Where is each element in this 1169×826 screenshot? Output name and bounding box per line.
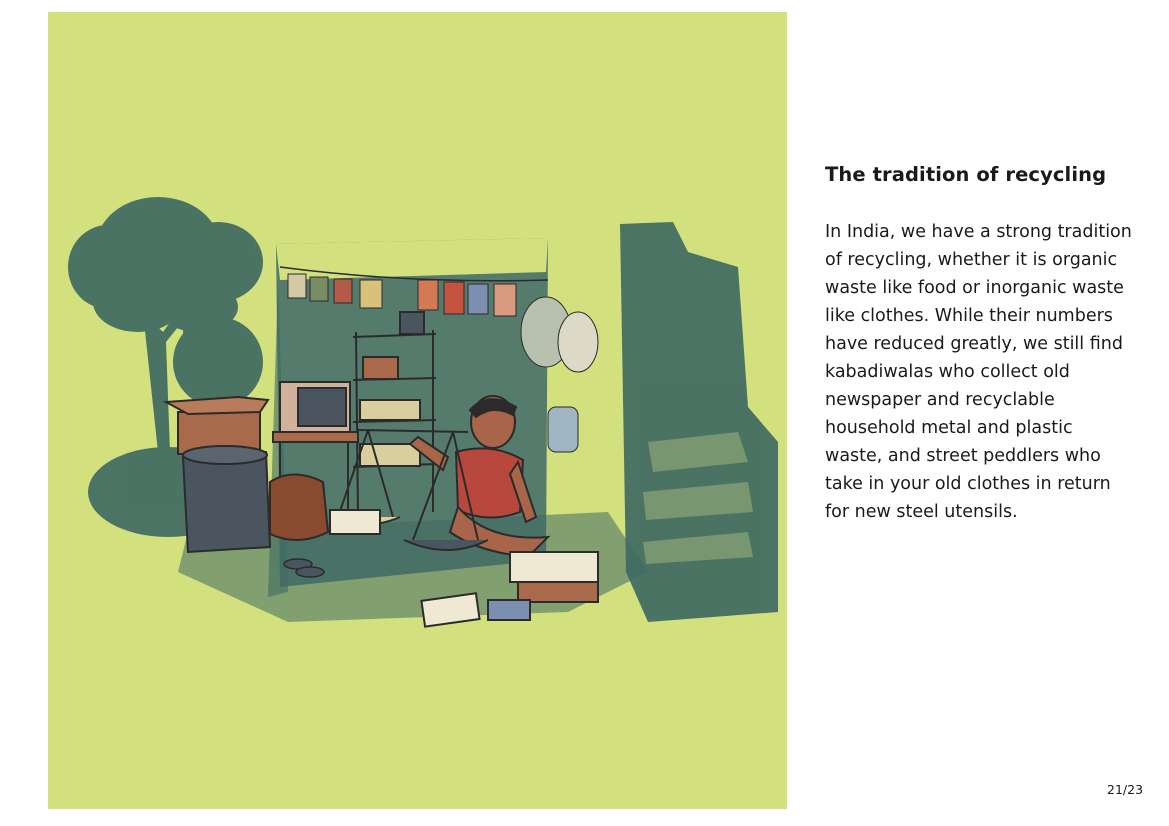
body-paragraph: In India, we have a strong tradition of …: [825, 222, 1132, 522]
text-column: The tradition of recycling In India, we …: [825, 160, 1135, 526]
sack: [269, 473, 330, 541]
page-number: 21/23: [1107, 782, 1144, 797]
trash-bin: [181, 445, 272, 554]
building-right: [620, 222, 778, 622]
illustration-art: [68, 197, 778, 628]
kabadiwala-illustration: [48, 12, 787, 809]
page-title: The tradition of recycling: [825, 163, 1107, 186]
